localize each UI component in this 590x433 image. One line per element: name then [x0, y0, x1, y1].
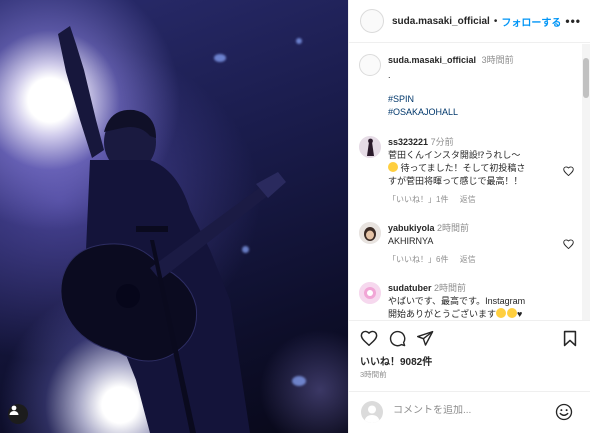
- heart-icon[interactable]: [360, 330, 378, 346]
- heart-icon[interactable]: [563, 239, 574, 249]
- comment-text-line-2: 待ってました！そして初投稿さ: [388, 162, 568, 175]
- commenter-avatar[interactable]: [359, 222, 381, 244]
- heart-icon[interactable]: [563, 166, 574, 176]
- comment-text-line-2: 開始ありがとうございます ♥: [388, 308, 523, 319]
- caption-username[interactable]: suda.masaki_official: [388, 55, 476, 65]
- commenter-username[interactable]: yabukiyola: [388, 223, 435, 233]
- commenter-username[interactable]: sudatuber: [388, 283, 432, 293]
- caption-time: 3時間前: [481, 55, 514, 65]
- comments-scrollbar-thumb[interactable]: [583, 58, 589, 98]
- comment-icon[interactable]: [389, 330, 406, 347]
- comment-likes[interactable]: 「いいね！」1件: [388, 195, 448, 204]
- commenter-avatar[interactable]: [359, 136, 381, 158]
- comments-list[interactable]: suda.masaki_official 3時間前 . #SPIN #OSAKA…: [349, 44, 590, 320]
- comment-text-line-3: すが菅田将暉って感じで最高！！: [388, 176, 523, 186]
- reply-button[interactable]: 返信: [460, 195, 476, 204]
- comment-likes[interactable]: 「いいね！」6件: [388, 255, 448, 264]
- share-icon[interactable]: [417, 330, 434, 346]
- emoji-icon[interactable]: [555, 403, 573, 421]
- post-photo[interactable]: [0, 0, 348, 433]
- follow-button[interactable]: フォローする: [501, 14, 561, 29]
- current-user-avatar: [361, 401, 383, 423]
- comment-time: 7分前: [430, 137, 454, 147]
- performer-silhouette: [58, 26, 286, 433]
- post-sidebar: suda.masaki_official • フォローする ••• suda.m…: [348, 0, 590, 433]
- post-header: suda.masaki_official • フォローする •••: [349, 0, 590, 43]
- comment-text-line: AKHIRNYA: [388, 236, 434, 246]
- user-icon: [9, 405, 19, 415]
- header-separator: •: [493, 15, 498, 27]
- comment-meta: 「いいね！」1件 返信: [388, 193, 568, 206]
- like-count[interactable]: いいね！9082件: [360, 353, 432, 368]
- more-options-icon[interactable]: •••: [565, 14, 581, 28]
- avatar-image: [359, 222, 381, 244]
- comment-time: 2時間前: [434, 283, 467, 293]
- crying-face-emoji: [496, 308, 507, 318]
- comment-meta: 「いいね！」6件 返信: [388, 253, 568, 266]
- post-timestamp[interactable]: 3時間前: [360, 369, 387, 380]
- commenter-username[interactable]: ss323221: [388, 137, 428, 147]
- hashtag-osakajohall[interactable]: #OSAKAJOHALL: [388, 106, 568, 119]
- commenter-avatar[interactable]: [359, 282, 381, 304]
- bookmark-icon[interactable]: [563, 330, 577, 347]
- hashtag-spin[interactable]: #SPIN: [388, 93, 568, 106]
- user-tag-button[interactable]: [8, 404, 28, 424]
- comment-composer: [349, 391, 590, 433]
- author-avatar[interactable]: [360, 9, 384, 33]
- comment-time: 2時間前: [437, 223, 470, 233]
- comment-text-line: 菅田くんインスタ開設⁉うれし～: [388, 150, 521, 160]
- avatar-image: [359, 282, 381, 304]
- avatar-image: [359, 136, 381, 158]
- crying-face-emoji: [388, 162, 398, 172]
- reply-button[interactable]: 返信: [460, 255, 476, 264]
- user-icon: [364, 405, 380, 423]
- author-username[interactable]: suda.masaki_official: [392, 16, 490, 27]
- action-bar: [349, 320, 590, 354]
- caption-avatar[interactable]: [359, 54, 381, 76]
- crying-face-emoji: [507, 308, 518, 318]
- comment-input[interactable]: [393, 405, 553, 416]
- caption-text: .: [388, 70, 391, 80]
- comment-text-line: やばいです、最高です。Instagram: [388, 296, 526, 306]
